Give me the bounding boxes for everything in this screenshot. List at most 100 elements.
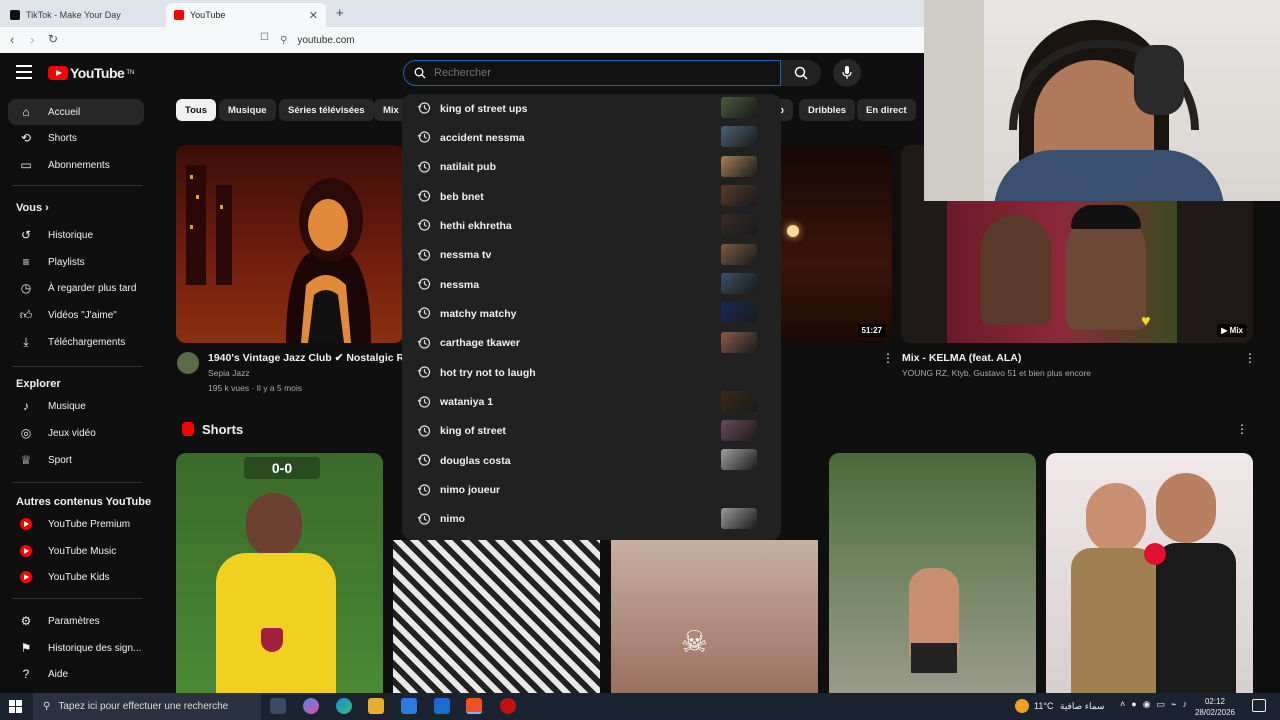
- sidebar-item-settings[interactable]: ⚙ Paramètres: [8, 608, 144, 634]
- chip-tv-series[interactable]: Séries télévisées: [279, 99, 374, 121]
- search-box[interactable]: [403, 60, 781, 86]
- short-thumbnail[interactable]: ☠: [611, 540, 818, 693]
- suggestion-item[interactable]: natilait pub: [402, 153, 781, 182]
- store-icon[interactable]: [401, 698, 417, 714]
- windows-start-icon[interactable]: [9, 700, 22, 713]
- file-explorer-icon[interactable]: [368, 698, 384, 714]
- copilot-icon[interactable]: [303, 698, 319, 714]
- system-tray-icons[interactable]: ˄●◉▭⌁♪: [1120, 699, 1193, 710]
- suggestion-item[interactable]: douglas costa: [402, 446, 781, 475]
- suggestion-item[interactable]: king of street ups: [402, 94, 781, 123]
- suggestion-thumbnail: [721, 243, 757, 265]
- sidebar-item-youtube-music[interactable]: YouTube Music: [8, 538, 144, 564]
- chip-dribbles[interactable]: Dribbles: [799, 99, 856, 121]
- sidebar-item-music[interactable]: ♪ Musique: [8, 393, 144, 419]
- edge-icon[interactable]: [336, 698, 352, 714]
- menu-icon[interactable]: [16, 65, 32, 79]
- task-view-icon[interactable]: [270, 698, 286, 714]
- close-tab-icon[interactable]: ✕: [309, 9, 318, 22]
- suggestion-text: wataniya 1: [440, 396, 494, 408]
- sidebar-item-youtube-kids[interactable]: YouTube Kids: [8, 564, 144, 590]
- suggestion-item[interactable]: nessma tv: [402, 241, 781, 270]
- headset-earcup: [1134, 45, 1184, 115]
- more-options-icon[interactable]: ⋮: [1244, 351, 1256, 365]
- sidebar-item-history[interactable]: ↺ Historique: [8, 222, 144, 248]
- sidebar-item-youtube-premium[interactable]: YouTube Premium: [8, 511, 144, 537]
- taskbar-clock[interactable]: 02:12 28/02/2026: [1190, 696, 1240, 718]
- cap: [1071, 205, 1141, 229]
- shorts-icon: ⟲: [20, 131, 32, 145]
- short-thumbnail[interactable]: 0-0: [176, 453, 383, 693]
- suggestion-text: king of street ups: [440, 102, 528, 115]
- sidebar-item-help[interactable]: ? Aide: [8, 661, 144, 687]
- video-thumbnail[interactable]: 51:27: [781, 145, 892, 343]
- suggestion-item[interactable]: carthage tkawer: [402, 329, 781, 358]
- suggestion-item[interactable]: hot try not to laugh: [402, 358, 781, 387]
- short-thumbnail[interactable]: [829, 453, 1036, 693]
- bookmark-icon[interactable]: ☐: [260, 32, 269, 43]
- mail-icon[interactable]: [434, 698, 450, 714]
- suggestion-item[interactable]: matchy matchy: [402, 299, 781, 328]
- weather-icon[interactable]: [1015, 699, 1029, 713]
- sidebar-you-heading[interactable]: Vous ›: [16, 202, 49, 214]
- suggestion-item[interactable]: nimo joueur: [402, 476, 781, 505]
- suggestion-item[interactable]: wataniya 1: [402, 388, 781, 417]
- sidebar-item-subscriptions[interactable]: ▭ Abonnements: [8, 152, 144, 178]
- tab-youtube[interactable]: YouTube ✕: [166, 3, 326, 27]
- browser-tab-bar: TikTok - Make Your Day YouTube ✕ +: [0, 0, 924, 27]
- brave-browser-icon[interactable]: [466, 698, 482, 714]
- sidebar-item-liked-videos[interactable]: 👍︎ Vidéos "J'aime": [8, 302, 144, 328]
- shorts-more-options-icon[interactable]: ⋮: [1236, 422, 1248, 436]
- sidebar-item-home[interactable]: ⌂ Accueil: [8, 99, 144, 125]
- sidebar-item-shorts[interactable]: ⟲ Shorts: [8, 125, 144, 151]
- sidebar-item-label: Jeux vidéo: [48, 427, 96, 439]
- sidebar-item-label: Historique: [48, 229, 94, 241]
- voice-search-button[interactable]: [833, 59, 861, 87]
- weather-temperature[interactable]: 11°C: [1034, 701, 1053, 711]
- suggestion-item[interactable]: nimo: [402, 505, 781, 534]
- help-icon: ?: [22, 667, 30, 681]
- notifications-icon[interactable]: [1252, 699, 1266, 712]
- suggestion-item[interactable]: nessma: [402, 270, 781, 299]
- search-input[interactable]: [434, 67, 734, 79]
- chip-music[interactable]: Musique: [219, 99, 276, 121]
- suggestion-item[interactable]: hethi ekhretha: [402, 211, 781, 240]
- sidebar-item-report-history[interactable]: ⚑ Historique des sign...: [8, 635, 144, 661]
- short-thumbnail[interactable]: [393, 540, 600, 693]
- recorder-icon[interactable]: [500, 698, 516, 714]
- channel-name[interactable]: Sepia Jazz: [208, 368, 250, 378]
- history-icon: [417, 131, 431, 143]
- tab-tiktok[interactable]: TikTok - Make Your Day: [2, 3, 162, 27]
- taskbar-search[interactable]: ⚲ Tapez ici pour effectuer une recherche: [33, 693, 261, 720]
- video-title[interactable]: Mix - KELMA (feat. ALA): [902, 352, 1021, 364]
- reload-icon[interactable]: ↻: [48, 32, 58, 46]
- sidebar-item-gaming[interactable]: ◎ Jeux vidéo: [8, 420, 144, 446]
- search-button[interactable]: [781, 60, 821, 86]
- chip-all[interactable]: Tous: [176, 99, 216, 121]
- sidebar-item-sport[interactable]: ♕ Sport: [8, 447, 144, 473]
- youtube-logo[interactable]: YouTube TN: [48, 65, 134, 81]
- site-info-icon[interactable]: ⚲: [280, 35, 287, 46]
- history-icon: [417, 161, 431, 173]
- short-thumbnail[interactable]: [1046, 453, 1253, 693]
- sidebar-item-playlists[interactable]: ≡ Playlists: [8, 249, 144, 275]
- address-bar[interactable]: ⚲ youtube.com: [280, 31, 910, 49]
- video-title[interactable]: 1940's Vintage Jazz Club ✔ Nostalgic R: [208, 352, 404, 364]
- download-icon: ⤓: [23, 334, 29, 349]
- channel-name[interactable]: YOUNG RZ, Ktyb, Gustavo 51 et bien plus …: [902, 368, 1091, 378]
- sidebar-item-downloads[interactable]: ⤓ Téléchargements: [8, 329, 144, 355]
- suggestion-item[interactable]: accident nessma: [402, 123, 781, 152]
- channel-avatar[interactable]: [177, 352, 199, 374]
- new-tab-button[interactable]: +: [336, 5, 344, 20]
- suggestion-thumbnail: [721, 214, 757, 236]
- suggestion-item[interactable]: beb bnet: [402, 182, 781, 211]
- forward-icon[interactable]: ›: [30, 32, 34, 47]
- more-options-icon[interactable]: ⋮: [882, 351, 894, 365]
- sidebar-item-watch-later[interactable]: ◷ À regarder plus tard: [8, 275, 144, 301]
- video-thumbnail[interactable]: [176, 145, 404, 343]
- suggestion-item[interactable]: king of street: [402, 417, 781, 446]
- chip-live[interactable]: En direct: [857, 99, 916, 121]
- shorts-heading: Shorts: [202, 422, 244, 437]
- back-icon[interactable]: ‹: [10, 32, 14, 47]
- suggestion-text: nimo joueur: [440, 484, 501, 497]
